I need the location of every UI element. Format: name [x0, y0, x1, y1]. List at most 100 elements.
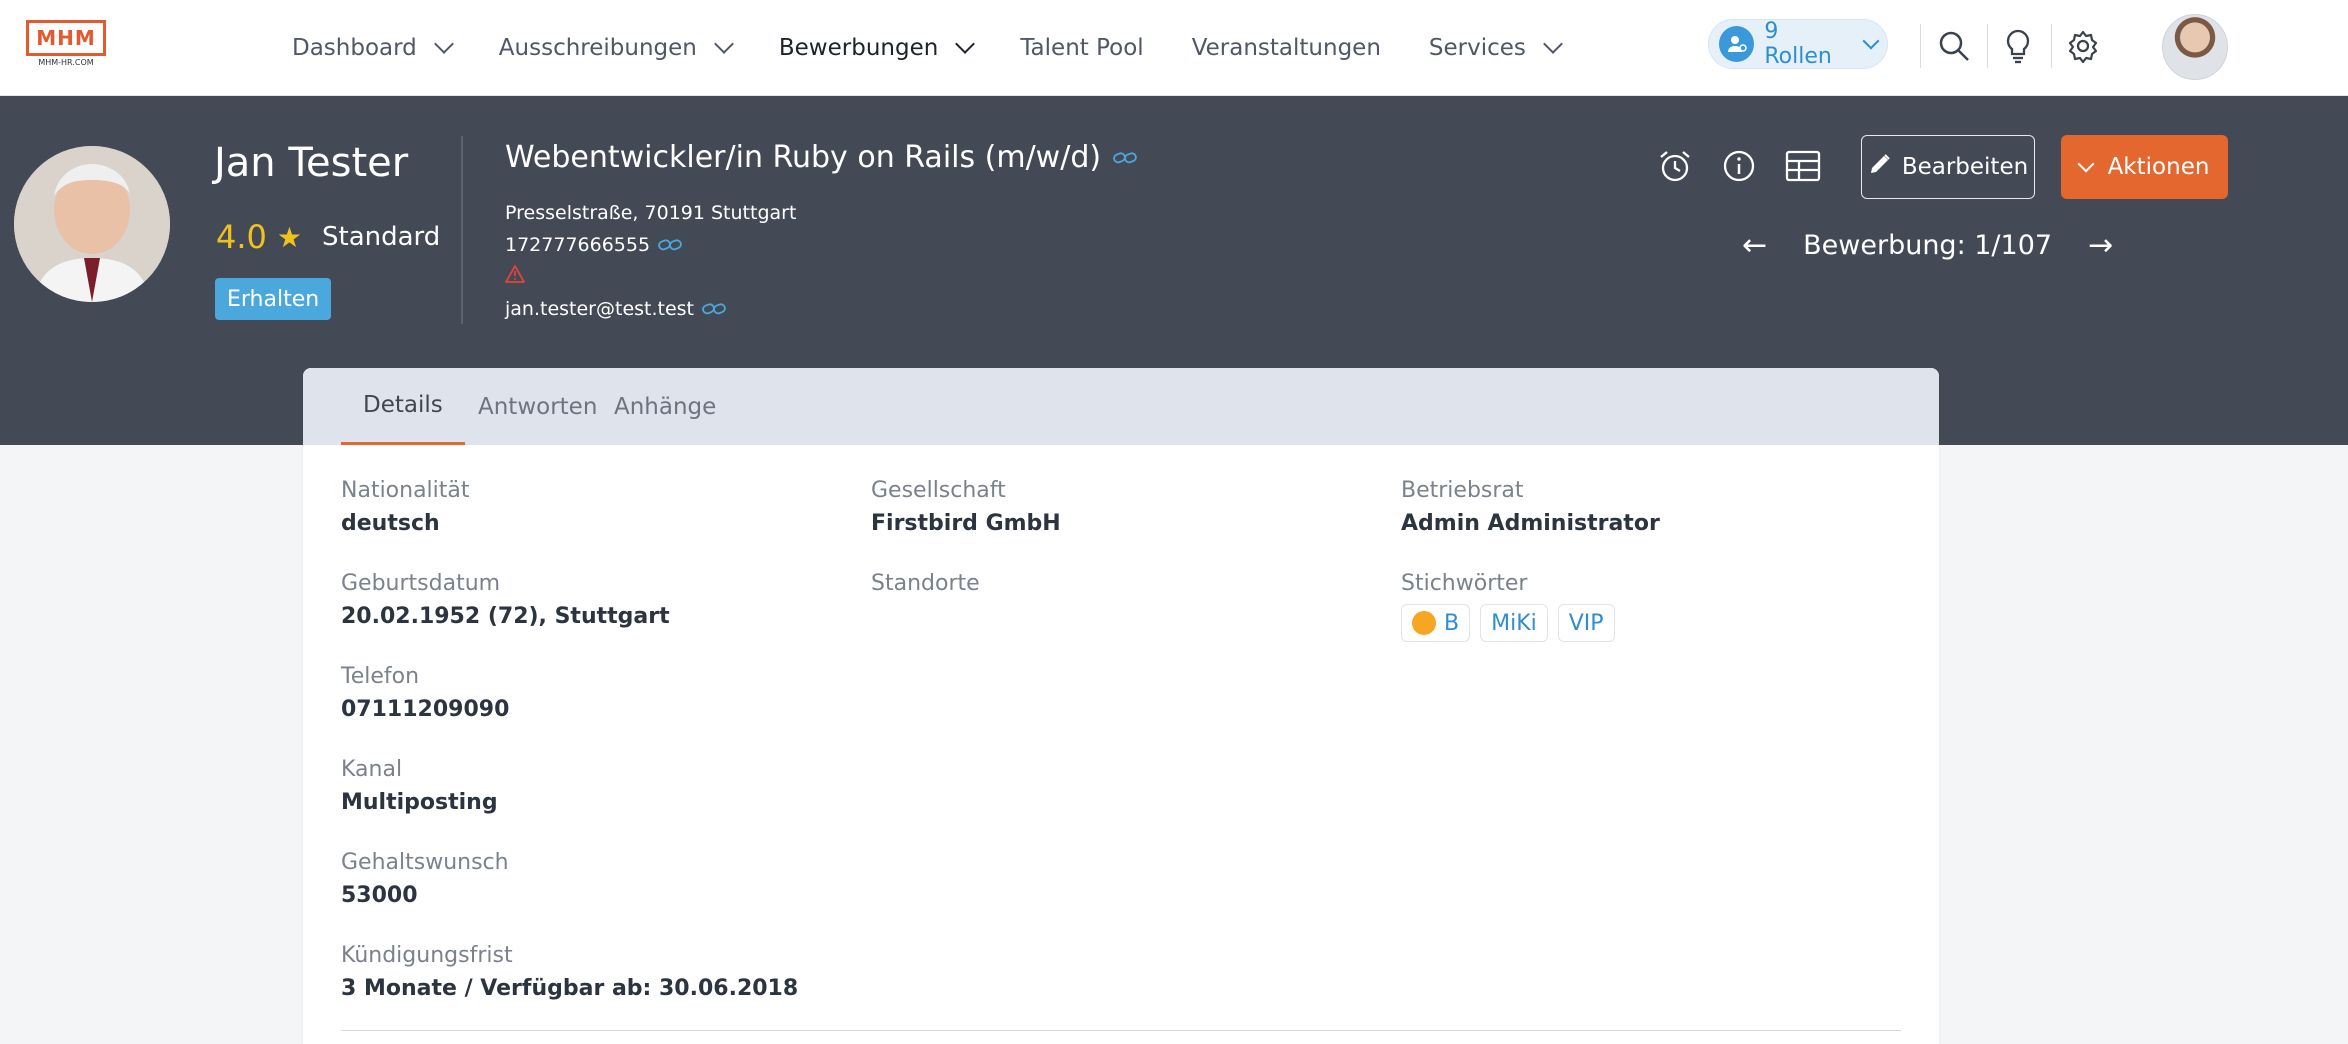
rating-label: Standard — [322, 222, 441, 252]
nav-label: Services — [1428, 35, 1526, 61]
link-icon[interactable] — [658, 238, 682, 252]
field-value: Multiposting — [341, 790, 498, 815]
nav-label: Ausschreibungen — [498, 35, 697, 61]
field-salary: Gehaltswunsch 53000 — [341, 850, 509, 908]
tag-miki[interactable]: MiKi — [1480, 604, 1548, 642]
warning-icon — [505, 265, 525, 287]
candidate-phone: 172777666555 — [505, 234, 682, 256]
nav-bewerbungen[interactable]: Bewerbungen — [755, 0, 996, 96]
detail-card: Details Antworten Anhänge Nationalität d… — [303, 368, 1939, 1044]
chevron-down-icon — [1862, 32, 1880, 50]
divider — [1920, 24, 1921, 68]
logo-mark: MHM — [26, 20, 106, 56]
nav-label: Dashboard — [292, 35, 417, 61]
phone-text[interactable]: 172777666555 — [505, 234, 650, 256]
field-label: Geburtsdatum — [341, 571, 501, 596]
keyword-tags: B MiKi VIP — [1401, 604, 1615, 642]
table-icon[interactable] — [1781, 144, 1825, 188]
edit-button-label: Bearbeiten — [1901, 154, 2029, 180]
chevron-down-icon — [2077, 155, 2095, 173]
tag-label: B — [1444, 610, 1460, 636]
candidate-email: jan.tester@test.test — [505, 298, 726, 320]
logo[interactable]: MHM MHM-HR.COM — [26, 20, 106, 70]
chevron-down-icon — [1543, 34, 1563, 54]
nav-label: Talent Pool — [1020, 35, 1144, 61]
email-text[interactable]: jan.tester@test.test — [505, 298, 694, 320]
field-label: Stichwörter — [1401, 571, 1528, 596]
tag-vip[interactable]: VIP — [1557, 604, 1615, 642]
address-text: Presselstraße, 70191 Stuttgart — [505, 202, 797, 224]
field-label: Telefon — [341, 664, 420, 689]
arrow-left-icon[interactable]: ← — [1742, 228, 1767, 263]
field-value: deutsch — [341, 511, 440, 536]
roles-dropdown[interactable]: 9 Rollen — [1708, 19, 1888, 69]
chevron-down-icon — [713, 34, 734, 54]
tab-label: Antworten — [478, 393, 598, 420]
nav-label: Bewerbungen — [778, 35, 939, 61]
candidate-rating: 4.0 ★ Standard — [216, 218, 440, 256]
pager-label: Bewerbung: 1/107 — [1803, 230, 2053, 261]
divider — [341, 1030, 1901, 1031]
field-channel: Kanal Multiposting — [341, 757, 498, 815]
nav-dashboard[interactable]: Dashboard — [268, 0, 475, 96]
field-locations: Standorte — [871, 571, 980, 604]
tab-bar: Details Antworten Anhänge — [303, 368, 1939, 445]
chevron-down-icon — [433, 34, 454, 54]
nav-veranstaltungen[interactable]: Veranstaltungen — [1168, 0, 1405, 96]
candidate-address: Presselstraße, 70191 Stuttgart — [505, 202, 796, 224]
field-company: Gesellschaft Firstbird GmbH — [871, 478, 1061, 536]
field-works-council: Betriebsrat Admin Administrator — [1401, 478, 1660, 536]
tag-b[interactable]: B — [1401, 604, 1471, 642]
field-value: 20.02.1952 (72), Stuttgart — [341, 604, 670, 629]
nav-label: Veranstaltungen — [1191, 35, 1381, 61]
nav-talent-pool[interactable]: Talent Pool — [996, 0, 1167, 96]
field-label: Gehaltswunsch — [341, 850, 509, 875]
application-pager: ← Bewerbung: 1/107 → — [1742, 228, 2113, 263]
lightbulb-icon[interactable] — [1996, 24, 2040, 68]
gear-icon[interactable] — [2061, 24, 2105, 68]
divider — [461, 136, 463, 324]
field-value: Firstbird GmbH — [871, 511, 1061, 536]
link-icon[interactable] — [702, 302, 726, 316]
star-icon: ★ — [276, 220, 302, 254]
divider — [2051, 24, 2052, 68]
nav-services[interactable]: Services — [1405, 0, 1584, 96]
info-icon[interactable] — [1717, 144, 1761, 188]
actions-button[interactable]: Aktionen — [2061, 135, 2228, 199]
field-label: Kanal — [341, 757, 403, 782]
rating-value: 4.0 — [216, 218, 267, 256]
tab-details[interactable]: Details — [341, 368, 465, 445]
divider — [1987, 24, 1988, 68]
actions-button-label: Aktionen — [2107, 154, 2210, 180]
candidate-photo — [14, 146, 170, 302]
field-value: 07111209090 — [341, 697, 510, 722]
roles-label: 9 Rollen — [1764, 19, 1832, 69]
job-title: Webentwickler/in Ruby on Rails (m/w/d) — [505, 140, 1137, 175]
logo-subtitle: MHM-HR.COM — [38, 58, 94, 67]
search-icon[interactable] — [1932, 24, 1976, 68]
tag-label: MiKi — [1491, 610, 1537, 636]
tab-anhaenge[interactable]: Anhänge — [592, 368, 738, 445]
alarm-clock-icon[interactable] — [1653, 144, 1697, 188]
field-notice-period: Kündigungsfrist 3 Monate / Verfügbar ab:… — [341, 943, 798, 1001]
tag-dot — [1412, 611, 1436, 635]
avatar[interactable] — [2162, 14, 2228, 80]
field-birthdate: Geburtsdatum 20.02.1952 (72), Stuttgart — [341, 571, 670, 629]
candidate-name: Jan Tester — [214, 140, 409, 186]
link-icon[interactable] — [1113, 151, 1137, 165]
field-phone: Telefon 07111209090 — [341, 664, 509, 722]
field-label: Gesellschaft — [871, 478, 1006, 503]
edit-button[interactable]: Bearbeiten — [1861, 135, 2035, 199]
arrow-right-icon[interactable]: → — [2088, 228, 2113, 263]
job-title-text[interactable]: Webentwickler/in Ruby on Rails (m/w/d) — [505, 140, 1101, 175]
field-value: 3 Monate / Verfügbar ab: 30.06.2018 — [341, 976, 799, 1001]
tab-label: Anhänge — [614, 393, 717, 420]
pencil-icon — [1868, 152, 1892, 182]
tag-label: VIP — [1568, 610, 1604, 636]
nav-ausschreibungen[interactable]: Ausschreibungen — [475, 0, 755, 96]
chevron-down-icon — [955, 34, 976, 54]
field-value: Admin Administrator — [1401, 511, 1660, 536]
field-label: Betriebsrat — [1401, 478, 1524, 503]
user-gear-icon — [1719, 26, 1755, 62]
main-nav: Dashboard Ausschreibungen Bewerbungen Ta… — [268, 0, 1584, 96]
